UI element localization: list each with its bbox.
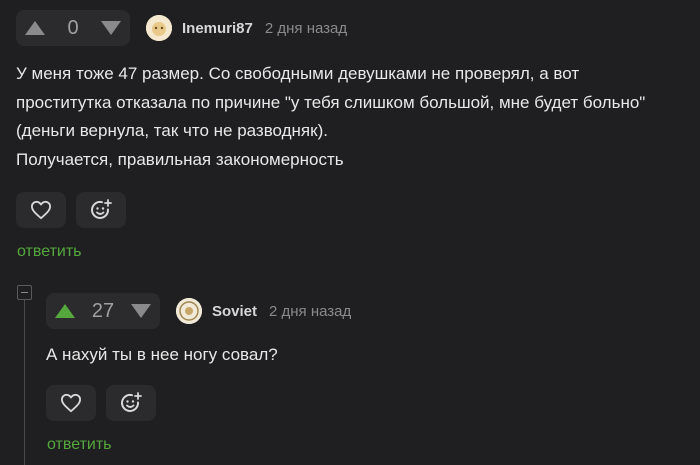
- add-reaction-button[interactable]: [106, 385, 156, 421]
- comment-actions: [16, 192, 126, 228]
- reply-link[interactable]: ответить: [47, 436, 112, 454]
- rating-value: 27: [91, 299, 115, 322]
- comment-header: 0 Inemuri87 2 дня назад: [16, 10, 347, 46]
- like-button[interactable]: [46, 385, 96, 421]
- username[interactable]: Inemuri87: [182, 20, 253, 37]
- avatar-image: [146, 15, 172, 41]
- heart-icon: [61, 393, 81, 413]
- timestamp[interactable]: 2 дня назад: [269, 303, 351, 320]
- add-reaction-button[interactable]: [76, 192, 126, 228]
- downvote-icon[interactable]: [131, 304, 151, 318]
- reply-link[interactable]: ответить: [17, 243, 82, 261]
- comment-line: Получается, правильная закономерность: [16, 149, 344, 169]
- username[interactable]: Soviet: [212, 303, 257, 320]
- emoji-add-icon: [121, 392, 142, 412]
- avatar[interactable]: [176, 298, 202, 324]
- avatar-image: [176, 298, 202, 324]
- upvote-icon[interactable]: [55, 304, 75, 318]
- comment-line: У меня тоже 47 размер. Со свободными дев…: [16, 64, 580, 83]
- comment-line: проститутка отказала по причине "у тебя …: [16, 92, 646, 112]
- comment-text: А нахуй ты в нее ногу совал?: [46, 341, 278, 370]
- emoji-add-icon: [91, 199, 112, 219]
- timestamp[interactable]: 2 дня назад: [265, 20, 347, 37]
- comment-line: А нахуй ты в нее ногу совал?: [46, 345, 278, 364]
- avatar[interactable]: [146, 15, 172, 41]
- comment-actions: [46, 385, 156, 421]
- upvote-icon[interactable]: [25, 21, 45, 35]
- thread-line: [24, 300, 25, 465]
- rating-widget: 27: [46, 293, 160, 329]
- collapse-icon: [21, 292, 28, 293]
- comment-text: У меня тоже 47 размер. Со свободными дев…: [16, 60, 645, 174]
- like-button[interactable]: [16, 192, 66, 228]
- rating-value: 0: [67, 16, 79, 39]
- collapse-thread-button[interactable]: [17, 285, 32, 300]
- downvote-icon[interactable]: [101, 21, 121, 35]
- rating-widget: 0: [16, 10, 130, 46]
- heart-icon: [30, 200, 51, 220]
- comment-header: 27 Soviet 2 дня назад: [46, 293, 351, 329]
- comment-line: (деньги вернула, так что не разводняк).: [16, 121, 328, 140]
